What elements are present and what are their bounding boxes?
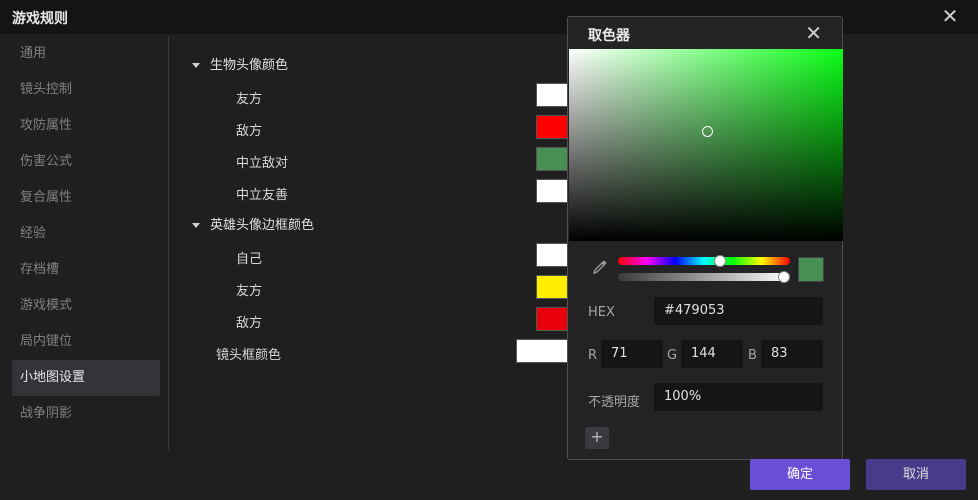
g-input[interactable]: 144	[681, 340, 743, 368]
opacity-slider-knob[interactable]	[778, 271, 790, 283]
color-preview	[798, 257, 824, 282]
opacity-input[interactable]: 100%	[654, 383, 823, 411]
sidebar-item-damage-formula[interactable]: 伤害公式	[12, 144, 160, 180]
sidebar-item-minimap-settings[interactable]: 小地图设置	[12, 360, 160, 396]
hue-slider[interactable]	[618, 255, 790, 267]
group-unit-portrait-colors[interactable]: 生物头像颜色	[192, 54, 288, 73]
r-label: R	[588, 348, 598, 363]
sidebar-item-game-mode[interactable]: 游戏模式	[12, 288, 160, 324]
color-picker-dialog: 取色器 ✕ HEX #479053 R 71 G 144 B 83 不透明度 1…	[567, 16, 843, 460]
group-label: 英雄头像边框颜色	[210, 218, 315, 233]
sidebar: 通用 镜头控制 攻防属性 伤害公式 复合属性 经验 存档槽 游戏模式 局内键位 …	[0, 34, 168, 500]
g-label: G	[667, 348, 678, 363]
close-icon[interactable]: ✕	[940, 6, 960, 26]
row-label-self: 自己	[236, 252, 263, 267]
row-label-neutral-friendly: 中立友善	[236, 188, 289, 203]
sidebar-item-attack-defense[interactable]: 攻防属性	[12, 108, 160, 144]
row-label-ally: 友方	[236, 92, 263, 107]
row-label-enemy: 敌方	[236, 124, 263, 139]
b-label: B	[748, 348, 757, 363]
saturation-value-area[interactable]	[569, 49, 843, 241]
hex-input[interactable]: #479053	[654, 297, 823, 325]
sidebar-item-general[interactable]: 通用	[12, 36, 160, 72]
hue-slider-knob[interactable]	[714, 255, 726, 267]
r-input[interactable]: 71	[601, 340, 663, 368]
eyedropper-icon[interactable]	[592, 259, 608, 275]
hex-label: HEX	[588, 305, 615, 320]
sidebar-item-experience[interactable]: 经验	[12, 216, 160, 252]
group-label: 生物头像颜色	[210, 58, 289, 73]
sidebar-item-save-slots[interactable]: 存档槽	[12, 252, 160, 288]
picker-close-icon[interactable]: ✕	[805, 21, 822, 45]
window-title: 游戏规则	[12, 11, 68, 27]
opacity-slider[interactable]	[618, 271, 790, 283]
picker-title: 取色器	[588, 28, 630, 44]
b-input[interactable]: 83	[761, 340, 823, 368]
sidebar-item-hotkeys[interactable]: 局内键位	[12, 324, 160, 360]
expand-triangle-icon	[192, 223, 200, 228]
cancel-button[interactable]: 取消	[866, 459, 966, 490]
row-label-camera-frame: 镜头框颜色	[216, 348, 282, 363]
opacity-label: 不透明度	[588, 395, 641, 410]
sidebar-divider	[168, 36, 169, 450]
confirm-button[interactable]: 确定	[750, 459, 850, 490]
group-hero-portrait-border-colors[interactable]: 英雄头像边框颜色	[192, 214, 314, 233]
row-label-hero-enemy: 敌方	[236, 316, 263, 331]
sidebar-item-compound-attributes[interactable]: 复合属性	[12, 180, 160, 216]
row-label-hero-ally: 友方	[236, 284, 263, 299]
row-label-neutral-hostile: 中立敌对	[236, 156, 289, 171]
sidebar-item-fog-of-war[interactable]: 战争阴影	[12, 396, 160, 432]
add-swatch-button[interactable]: +	[585, 427, 609, 449]
sidebar-item-camera-control[interactable]: 镜头控制	[12, 72, 160, 108]
sv-cursor[interactable]	[702, 126, 713, 137]
expand-triangle-icon	[192, 63, 200, 68]
